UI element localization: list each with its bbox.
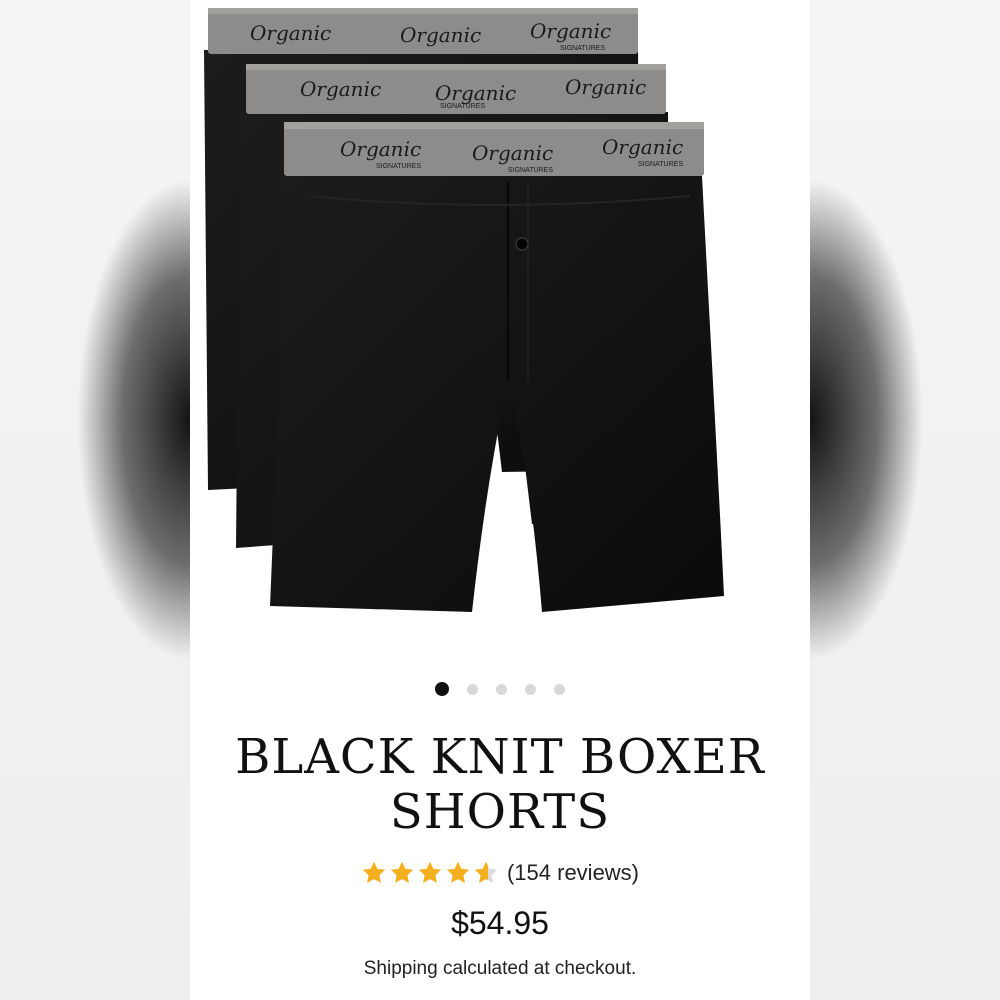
star-icon [389,860,415,886]
svg-text:SIGNATURES: SIGNATURES [508,167,553,174]
product-title-line-1: BLACK KNIT BOXER [235,729,765,785]
svg-text:Organic: Organic [400,23,481,47]
product-rating[interactable]: (154 reviews) [190,860,810,886]
svg-text:SIGNATURES: SIGNATURES [376,163,421,170]
product-title-line-2: SHORTS [389,784,611,840]
svg-text:Organic: Organic [250,21,331,45]
carousel-dot-5[interactable] [554,683,565,695]
review-count[interactable]: (154 reviews) [507,860,639,886]
svg-text:SIGNATURES: SIGNATURES [440,103,485,110]
svg-text:Organic: Organic [300,77,381,101]
rating-stars [361,860,499,886]
svg-text:Organic: Organic [472,141,553,165]
svg-text:Organic: Organic [530,19,611,43]
shipping-note: Shipping calculated at checkout. [363,958,637,979]
svg-text:Organic: Organic [565,75,646,99]
image-carousel-dots [190,682,810,696]
star-icon [445,860,471,886]
star-icon [417,860,443,886]
carousel-dot-3[interactable] [496,683,507,695]
star-icon [473,860,499,886]
svg-text:Organic: Organic [435,81,516,105]
carousel-dot-1[interactable] [435,682,449,696]
boxer-front [270,122,724,612]
svg-text:Organic: Organic [602,135,683,159]
blurred-background-right [810,0,1000,1000]
product-price: $54.95 [451,905,549,941]
svg-text:Organic: Organic [340,137,421,161]
blurred-background-left [0,0,190,1000]
product-card: Organic Organic Organic Organic Organic … [190,0,810,1000]
carousel-dot-2[interactable] [467,683,478,695]
product-title: BLACK KNIT BOXER SHORTS [190,730,810,840]
svg-text:SIGNATURES: SIGNATURES [560,45,605,52]
carousel-dot-4[interactable] [525,683,536,695]
product-image[interactable]: Organic Organic Organic Organic Organic … [190,0,810,660]
svg-text:SIGNATURES: SIGNATURES [638,161,683,168]
star-icon [361,860,387,886]
